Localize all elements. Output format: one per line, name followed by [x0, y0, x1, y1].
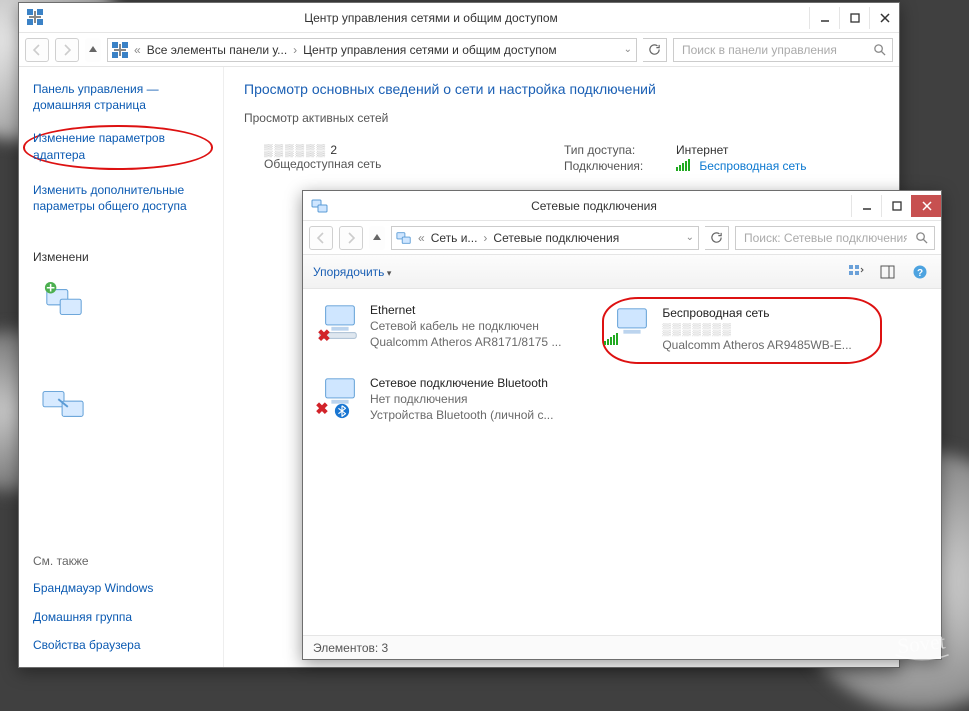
- sidebar-change-sharing-link[interactable]: Изменить дополнительные параметры общего…: [33, 182, 209, 214]
- adapter-icon: [610, 305, 654, 345]
- adapter-ssid-blurred: ▒▒▒▒▒▒▒: [662, 321, 851, 337]
- connection-link[interactable]: Беспроводная сеть: [699, 159, 806, 173]
- search-box[interactable]: [673, 38, 893, 62]
- adapter-list[interactable]: ✖ Ethernet Сетевой кабель не подключен Q…: [303, 289, 941, 635]
- svg-text:?: ?: [917, 268, 923, 279]
- truncated-heading: Изменени: [33, 250, 209, 264]
- nav-bar: « Сеть и... › Сетевые подключения ⌄: [303, 221, 941, 255]
- nav-forward-button[interactable]: [55, 38, 79, 62]
- search-icon: [873, 43, 886, 56]
- toolbar: Упорядочить ?: [303, 255, 941, 289]
- address-bar[interactable]: « Все элементы панели у... › Центр управ…: [107, 38, 637, 62]
- item-count: Элементов: 3: [313, 641, 388, 655]
- adapter-name: Ethernet: [370, 302, 561, 318]
- nav-forward-button[interactable]: [339, 226, 363, 250]
- sidebar: Панель управления — домашняя страница Из…: [19, 67, 224, 667]
- network-name-blurred: ▒▒▒▒▒▒: [264, 143, 327, 157]
- active-network-row: ▒▒▒▒▒▒ 2 Общедоступная сеть Тип доступа:…: [244, 143, 879, 175]
- titlebar[interactable]: Центр управления сетями и общим доступом: [19, 3, 899, 33]
- breadcrumb-icon: [112, 42, 128, 58]
- disconnected-icon: ✖: [314, 401, 330, 417]
- titlebar[interactable]: Сетевые подключения: [303, 191, 941, 221]
- breadcrumb-icon: [396, 230, 412, 246]
- adapter-item-bluetooth[interactable]: ✖ Сетевое подключение Bluetooth Нет подк…: [311, 370, 591, 429]
- sidebar-home-link[interactable]: Панель управления — домашняя страница: [33, 81, 209, 113]
- chevron-right-icon: ›: [291, 43, 299, 57]
- preview-pane-button[interactable]: [877, 261, 899, 283]
- adapter-icon: ✖: [318, 302, 362, 342]
- breadcrumb-item[interactable]: Сетевые подключения: [493, 231, 619, 245]
- help-button[interactable]: ?: [909, 261, 931, 283]
- page-title: Просмотр основных сведений о сети и наст…: [244, 81, 879, 97]
- breadcrumb-item[interactable]: Центр управления сетями и общим доступом: [303, 43, 557, 57]
- address-bar[interactable]: « Сеть и... › Сетевые подключения ⌄: [391, 226, 699, 250]
- dropdown-icon[interactable]: ⌄: [686, 232, 694, 243]
- close-button[interactable]: [911, 195, 941, 217]
- refresh-button[interactable]: [643, 38, 667, 62]
- window-title: Сетевые подключения: [337, 199, 851, 213]
- sidebar-homegroup-link[interactable]: Домашняя группа: [33, 609, 209, 625]
- sidebar-browser-link[interactable]: Свойства браузера: [33, 637, 209, 653]
- adapter-item-wireless[interactable]: Беспроводная сеть ▒▒▒▒▒▒▒ Qualcomm Ather…: [602, 297, 882, 364]
- adapter-icon: ✖: [318, 375, 362, 415]
- network-center-icon: [27, 9, 45, 27]
- adapter-name: Сетевое подключение Bluetooth: [370, 375, 553, 391]
- network-connections-window: Сетевые подключения « Сеть и... › Сетевы…: [302, 190, 942, 660]
- window-title: Центр управления сетями и общим доступом: [53, 11, 809, 25]
- new-connection-icon[interactable]: [41, 282, 87, 324]
- search-input[interactable]: [680, 42, 867, 58]
- adapter-item-ethernet[interactable]: ✖ Ethernet Сетевой кабель не подключен Q…: [311, 297, 591, 356]
- network-number: 2: [330, 143, 337, 157]
- sidebar-change-adapter-link[interactable]: Изменение параметров адаптера: [33, 130, 203, 162]
- nav-up-button[interactable]: [85, 38, 101, 62]
- disconnected-icon: ✖: [316, 328, 332, 344]
- nav-back-button[interactable]: [25, 38, 49, 62]
- adapter-name: Беспроводная сеть: [662, 305, 851, 321]
- see-also-heading: См. также: [33, 554, 209, 568]
- bluetooth-icon: [334, 403, 350, 419]
- network-connections-icon: [311, 197, 329, 215]
- search-input[interactable]: [742, 230, 909, 246]
- adapter-device: Устройства Bluetooth (личной с...: [370, 407, 553, 423]
- adapter-status: Нет подключения: [370, 391, 553, 407]
- minimize-button[interactable]: [851, 195, 881, 217]
- adapter-device: Qualcomm Atheros AR9485WB-E...: [662, 337, 851, 353]
- nav-up-button[interactable]: [369, 226, 385, 250]
- highlight-annotation: Изменение параметров адаптера: [23, 125, 213, 169]
- minimize-button[interactable]: [809, 7, 839, 29]
- nav-bar: « Все элементы панели у... › Центр управ…: [19, 33, 899, 67]
- search-icon: [915, 231, 928, 244]
- status-bar: Элементов: 3: [303, 635, 941, 659]
- search-box[interactable]: [735, 226, 935, 250]
- active-networks-label: Просмотр активных сетей: [244, 111, 879, 125]
- network-type: Общедоступная сеть: [264, 157, 524, 171]
- organize-menu[interactable]: Упорядочить: [313, 265, 391, 279]
- adapter-status: Сетевой кабель не подключен: [370, 318, 561, 334]
- troubleshoot-icon[interactable]: [41, 382, 87, 424]
- sidebar-firewall-link[interactable]: Брандмауэр Windows: [33, 580, 209, 596]
- refresh-button[interactable]: [705, 226, 729, 250]
- signal-bars-icon: [676, 159, 690, 171]
- connections-label: Подключения:: [564, 159, 664, 173]
- breadcrumb-expand-icon[interactable]: «: [416, 231, 427, 245]
- maximize-button[interactable]: [839, 7, 869, 29]
- access-type-label: Тип доступа:: [564, 143, 664, 157]
- signal-bars-icon: [606, 331, 622, 347]
- chevron-right-icon: ›: [481, 231, 489, 245]
- breadcrumb-item[interactable]: Все элементы панели у...: [147, 43, 287, 57]
- breadcrumb-expand-icon[interactable]: «: [132, 43, 143, 57]
- breadcrumb-item[interactable]: Сеть и...: [431, 231, 478, 245]
- access-type-value: Интернет: [676, 143, 728, 157]
- maximize-button[interactable]: [881, 195, 911, 217]
- close-button[interactable]: [869, 7, 899, 29]
- view-options-button[interactable]: [845, 261, 867, 283]
- nav-back-button[interactable]: [309, 226, 333, 250]
- adapter-device: Qualcomm Atheros AR8171/8175 ...: [370, 334, 561, 350]
- dropdown-icon[interactable]: ⌄: [624, 44, 632, 55]
